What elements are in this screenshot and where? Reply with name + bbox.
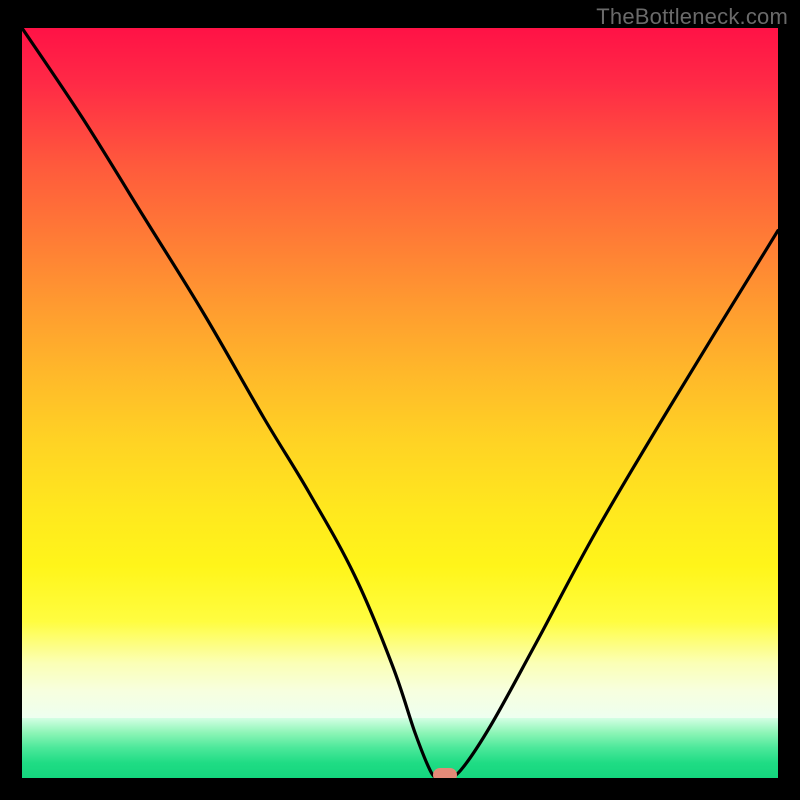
plot-area [22, 28, 778, 778]
bottleneck-curve [22, 28, 778, 778]
optimal-marker [433, 768, 457, 778]
watermark-text: TheBottleneck.com [596, 4, 788, 30]
chart-frame: TheBottleneck.com [0, 0, 800, 800]
